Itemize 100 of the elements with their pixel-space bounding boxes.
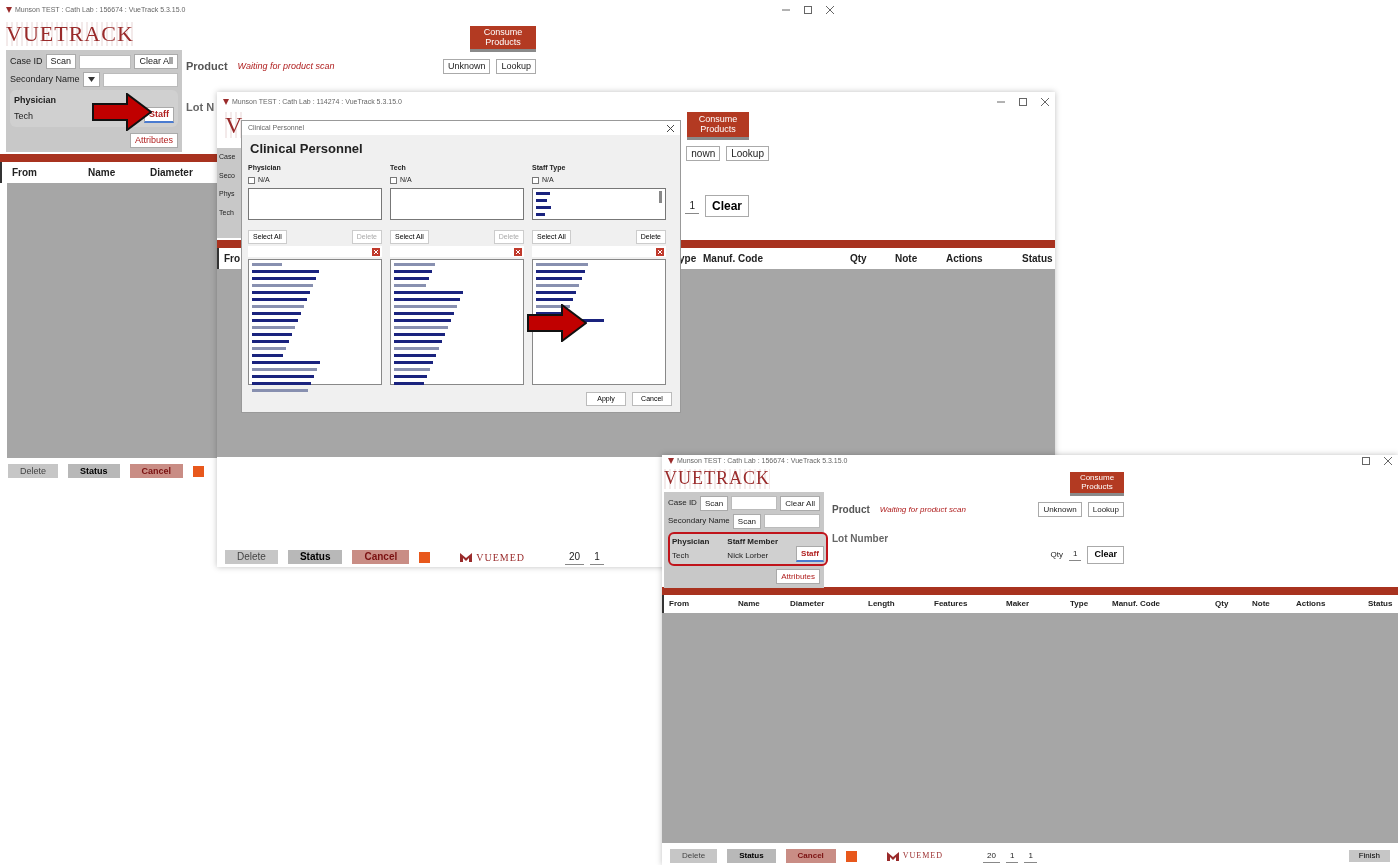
personnel-header: Staff Member [727, 535, 779, 548]
vuetrack-logo: V [225, 112, 244, 139]
maximize-icon[interactable] [804, 6, 812, 14]
clear-search-icon[interactable] [656, 247, 664, 256]
unknown-button[interactable]: Unknown [442, 58, 491, 74]
delete-button[interactable]: Delete [8, 464, 58, 478]
qty-field[interactable]: 1 [1069, 548, 1082, 562]
attributes-button[interactable]: Attributes [129, 133, 178, 148]
pager-field[interactable]: 1 [1024, 849, 1037, 863]
dialog-heading: Clinical Personnel [249, 140, 364, 158]
dropdown[interactable] [82, 72, 100, 88]
staff-button[interactable]: Staff [796, 545, 824, 562]
secondary-name-label: Secondary Name [668, 515, 730, 528]
consume-products-button[interactable]: Consume Products [1070, 472, 1124, 496]
close-icon[interactable] [1384, 457, 1392, 465]
pointer-arrow [527, 304, 587, 342]
column-header: Features [934, 598, 968, 610]
product-status: Waiting for product scan [237, 59, 335, 73]
column-header: Diameter [790, 598, 825, 610]
lookup-button[interactable]: Lookup [726, 146, 769, 161]
column-header: Status [1368, 598, 1393, 610]
unknown-button[interactable]: Unknown [1038, 502, 1082, 517]
vuemed-logo: VUEMED [886, 850, 944, 862]
secondary-name-field[interactable] [764, 514, 820, 529]
personnel-header: Physician [14, 94, 57, 108]
close-icon[interactable] [826, 6, 834, 14]
checkbox-icon[interactable] [248, 176, 255, 184]
column-header: Length [868, 598, 895, 610]
lot-number-label: Lot Number [832, 532, 889, 546]
column-header: Type [1070, 598, 1089, 610]
personnel-name: Nick Lorber [727, 549, 770, 562]
clear-search-icon[interactable] [514, 247, 522, 256]
search-field[interactable] [248, 246, 382, 257]
consume-products-button[interactable]: Consume Products [470, 26, 536, 52]
column-header: Actions [1296, 598, 1326, 610]
status-indicator-icon [419, 551, 431, 563]
column-header: Name [738, 598, 760, 610]
caret-icon [87, 77, 95, 83]
status-indicator-icon [193, 465, 205, 477]
secondary-name-label: Secondary Name [10, 72, 80, 86]
delete-button[interactable]: Delete [225, 550, 278, 564]
checkbox-icon[interactable] [532, 176, 539, 184]
close-icon[interactable] [1041, 98, 1049, 106]
scan-button[interactable]: Scan [45, 54, 77, 70]
clear-all-button[interactable]: Clear All [780, 495, 820, 511]
column-header: Fro [224, 252, 241, 266]
vuemed-logo: VUEMED [460, 549, 526, 565]
close-icon[interactable] [667, 124, 674, 132]
scrollbar-icon [659, 190, 662, 203]
search-field[interactable] [532, 246, 666, 257]
column-header: Qty [850, 252, 867, 266]
column-header: Manuf. Code [703, 252, 763, 266]
case-id-field[interactable] [731, 496, 778, 511]
case-id-label: Case ID [668, 497, 697, 510]
pager-field[interactable]: 20 [983, 849, 1000, 863]
scan-button[interactable]: Scan [732, 513, 762, 529]
consume-products-button[interactable]: Consume Products [687, 112, 749, 140]
product-label: Product [186, 59, 228, 74]
case-id-field[interactable] [79, 54, 132, 69]
column-header: From [12, 166, 37, 180]
column-header: Note [895, 252, 918, 266]
column-header: From [669, 598, 689, 610]
cancel-button[interactable]: Cancel [352, 550, 410, 564]
pager-field[interactable]: 1 [1005, 849, 1019, 863]
delete-button[interactable]: Delete [670, 849, 718, 863]
status-button[interactable]: Status [287, 550, 343, 564]
checkbox-icon[interactable] [390, 176, 397, 184]
clear-button[interactable]: Clear [1087, 546, 1124, 564]
pager-field[interactable]: 1 [590, 549, 604, 565]
clear-search-icon[interactable] [372, 247, 380, 256]
column-header: Maker [1006, 598, 1030, 610]
status-button[interactable]: Status [727, 849, 776, 863]
product-label: Product [832, 503, 870, 517]
cancel-button[interactable]: Cancel [785, 849, 836, 863]
qty-field[interactable]: 1 [685, 198, 699, 214]
status-button[interactable]: Status [68, 464, 120, 478]
column-header: Status [1022, 252, 1053, 266]
finish-button[interactable]: Finish [1348, 850, 1390, 862]
lookup-button[interactable]: Lookup [496, 58, 536, 74]
clear-all-button[interactable]: Clear All [134, 54, 178, 70]
scan-button[interactable]: Scan [699, 495, 729, 511]
selected-list[interactable] [532, 187, 666, 220]
lookup-button[interactable]: Lookup [1087, 502, 1124, 517]
column-header: Name [88, 166, 116, 180]
cancel-button[interactable]: Cancel [129, 464, 184, 478]
lot-number-label: Lot N [186, 99, 215, 115]
maximize-icon[interactable] [1019, 98, 1027, 106]
m-logo-icon [460, 552, 473, 562]
vuetrack-logo: VUETRACK [664, 469, 770, 489]
app-icon [223, 99, 229, 105]
personnel-name: Tech [14, 109, 34, 123]
pager-field[interactable]: 20 [565, 549, 585, 565]
clear-button[interactable]: Clear [704, 195, 749, 217]
search-field[interactable] [390, 246, 524, 257]
qty-label: Qty [1050, 548, 1064, 561]
unknown-button[interactable]: nown [686, 146, 721, 161]
attributes-button[interactable]: Attributes [776, 568, 820, 584]
vuetrack-logo: VUETRACK [6, 22, 134, 47]
maximize-icon[interactable] [1362, 457, 1370, 465]
secondary-name-field[interactable] [102, 72, 178, 87]
